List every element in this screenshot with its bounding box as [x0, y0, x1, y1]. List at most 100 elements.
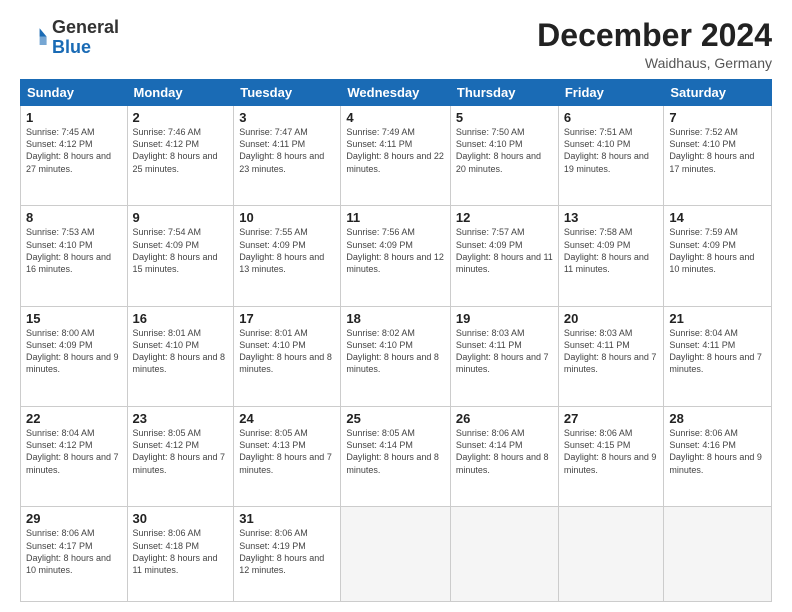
calendar-cell	[664, 507, 772, 602]
day-info: Sunrise: 8:01 AMSunset: 4:10 PMDaylight:…	[239, 327, 335, 376]
day-number: 15	[26, 311, 122, 326]
day-number: 19	[456, 311, 553, 326]
day-number: 3	[239, 110, 335, 125]
calendar-cell: 5Sunrise: 7:50 AMSunset: 4:10 PMDaylight…	[450, 106, 558, 206]
calendar-cell: 13Sunrise: 7:58 AMSunset: 4:09 PMDayligh…	[558, 206, 664, 306]
day-number: 14	[669, 210, 766, 225]
day-info: Sunrise: 8:05 AMSunset: 4:14 PMDaylight:…	[346, 427, 445, 476]
day-info: Sunrise: 7:55 AMSunset: 4:09 PMDaylight:…	[239, 226, 335, 275]
day-info: Sunrise: 7:46 AMSunset: 4:12 PMDaylight:…	[133, 126, 229, 175]
day-info: Sunrise: 7:54 AMSunset: 4:09 PMDaylight:…	[133, 226, 229, 275]
day-number: 24	[239, 411, 335, 426]
calendar-cell: 16Sunrise: 8:01 AMSunset: 4:10 PMDayligh…	[127, 306, 234, 406]
calendar-cell: 31Sunrise: 8:06 AMSunset: 4:19 PMDayligh…	[234, 507, 341, 602]
day-number: 16	[133, 311, 229, 326]
day-info: Sunrise: 8:06 AMSunset: 4:16 PMDaylight:…	[669, 427, 766, 476]
day-info: Sunrise: 8:02 AMSunset: 4:10 PMDaylight:…	[346, 327, 445, 376]
day-of-week-saturday: Saturday	[664, 80, 772, 106]
day-info: Sunrise: 8:05 AMSunset: 4:13 PMDaylight:…	[239, 427, 335, 476]
day-number: 25	[346, 411, 445, 426]
calendar-cell: 28Sunrise: 8:06 AMSunset: 4:16 PMDayligh…	[664, 407, 772, 507]
calendar-cell: 19Sunrise: 8:03 AMSunset: 4:11 PMDayligh…	[450, 306, 558, 406]
day-info: Sunrise: 8:04 AMSunset: 4:12 PMDaylight:…	[26, 427, 122, 476]
day-number: 17	[239, 311, 335, 326]
calendar-week-row: 15Sunrise: 8:00 AMSunset: 4:09 PMDayligh…	[21, 306, 772, 406]
day-info: Sunrise: 8:05 AMSunset: 4:12 PMDaylight:…	[133, 427, 229, 476]
day-info: Sunrise: 7:52 AMSunset: 4:10 PMDaylight:…	[669, 126, 766, 175]
month-title: December 2024	[537, 18, 772, 53]
day-number: 23	[133, 411, 229, 426]
day-number: 26	[456, 411, 553, 426]
calendar-cell: 15Sunrise: 8:00 AMSunset: 4:09 PMDayligh…	[21, 306, 128, 406]
day-of-week-sunday: Sunday	[21, 80, 128, 106]
calendar-week-row: 22Sunrise: 8:04 AMSunset: 4:12 PMDayligh…	[21, 407, 772, 507]
logo-text: GeneralBlue	[52, 18, 119, 58]
day-info: Sunrise: 8:06 AMSunset: 4:15 PMDaylight:…	[564, 427, 659, 476]
day-of-week-thursday: Thursday	[450, 80, 558, 106]
day-of-week-wednesday: Wednesday	[341, 80, 451, 106]
day-info: Sunrise: 8:03 AMSunset: 4:11 PMDaylight:…	[564, 327, 659, 376]
day-number: 7	[669, 110, 766, 125]
logo: GeneralBlue	[20, 18, 119, 58]
logo-blue-text: Blue	[52, 37, 91, 57]
day-number: 28	[669, 411, 766, 426]
calendar-cell: 26Sunrise: 8:06 AMSunset: 4:14 PMDayligh…	[450, 407, 558, 507]
calendar-week-row: 1Sunrise: 7:45 AMSunset: 4:12 PMDaylight…	[21, 106, 772, 206]
calendar-cell: 12Sunrise: 7:57 AMSunset: 4:09 PMDayligh…	[450, 206, 558, 306]
day-number: 30	[133, 511, 229, 526]
day-info: Sunrise: 7:53 AMSunset: 4:10 PMDaylight:…	[26, 226, 122, 275]
day-number: 6	[564, 110, 659, 125]
calendar-cell: 14Sunrise: 7:59 AMSunset: 4:09 PMDayligh…	[664, 206, 772, 306]
day-number: 13	[564, 210, 659, 225]
calendar-cell	[450, 507, 558, 602]
day-info: Sunrise: 7:57 AMSunset: 4:09 PMDaylight:…	[456, 226, 553, 275]
day-number: 10	[239, 210, 335, 225]
calendar-cell: 29Sunrise: 8:06 AMSunset: 4:17 PMDayligh…	[21, 507, 128, 602]
day-number: 5	[456, 110, 553, 125]
calendar-cell: 11Sunrise: 7:56 AMSunset: 4:09 PMDayligh…	[341, 206, 451, 306]
day-number: 27	[564, 411, 659, 426]
calendar-cell: 20Sunrise: 8:03 AMSunset: 4:11 PMDayligh…	[558, 306, 664, 406]
calendar-cell: 21Sunrise: 8:04 AMSunset: 4:11 PMDayligh…	[664, 306, 772, 406]
calendar-cell: 22Sunrise: 8:04 AMSunset: 4:12 PMDayligh…	[21, 407, 128, 507]
calendar-week-row: 8Sunrise: 7:53 AMSunset: 4:10 PMDaylight…	[21, 206, 772, 306]
day-info: Sunrise: 7:49 AMSunset: 4:11 PMDaylight:…	[346, 126, 445, 175]
day-info: Sunrise: 7:59 AMSunset: 4:09 PMDaylight:…	[669, 226, 766, 275]
calendar-cell	[558, 507, 664, 602]
day-info: Sunrise: 8:06 AMSunset: 4:17 PMDaylight:…	[26, 527, 122, 576]
location: Waidhaus, Germany	[537, 55, 772, 71]
day-of-week-monday: Monday	[127, 80, 234, 106]
day-info: Sunrise: 7:56 AMSunset: 4:09 PMDaylight:…	[346, 226, 445, 275]
day-number: 2	[133, 110, 229, 125]
calendar-cell: 27Sunrise: 8:06 AMSunset: 4:15 PMDayligh…	[558, 407, 664, 507]
day-number: 1	[26, 110, 122, 125]
day-number: 21	[669, 311, 766, 326]
calendar-cell: 2Sunrise: 7:46 AMSunset: 4:12 PMDaylight…	[127, 106, 234, 206]
calendar-cell: 4Sunrise: 7:49 AMSunset: 4:11 PMDaylight…	[341, 106, 451, 206]
calendar-header-row: SundayMondayTuesdayWednesdayThursdayFrid…	[21, 80, 772, 106]
day-info: Sunrise: 8:00 AMSunset: 4:09 PMDaylight:…	[26, 327, 122, 376]
header: GeneralBlue December 2024 Waidhaus, Germ…	[20, 18, 772, 71]
calendar-cell: 23Sunrise: 8:05 AMSunset: 4:12 PMDayligh…	[127, 407, 234, 507]
calendar-cell: 8Sunrise: 7:53 AMSunset: 4:10 PMDaylight…	[21, 206, 128, 306]
calendar-table: SundayMondayTuesdayWednesdayThursdayFrid…	[20, 79, 772, 602]
day-number: 31	[239, 511, 335, 526]
page: GeneralBlue December 2024 Waidhaus, Germ…	[0, 0, 792, 612]
calendar-week-row: 29Sunrise: 8:06 AMSunset: 4:17 PMDayligh…	[21, 507, 772, 602]
day-of-week-tuesday: Tuesday	[234, 80, 341, 106]
day-number: 29	[26, 511, 122, 526]
day-number: 8	[26, 210, 122, 225]
day-info: Sunrise: 8:06 AMSunset: 4:14 PMDaylight:…	[456, 427, 553, 476]
calendar-cell: 18Sunrise: 8:02 AMSunset: 4:10 PMDayligh…	[341, 306, 451, 406]
day-number: 20	[564, 311, 659, 326]
calendar-cell: 24Sunrise: 8:05 AMSunset: 4:13 PMDayligh…	[234, 407, 341, 507]
title-block: December 2024 Waidhaus, Germany	[537, 18, 772, 71]
calendar-cell: 10Sunrise: 7:55 AMSunset: 4:09 PMDayligh…	[234, 206, 341, 306]
day-number: 18	[346, 311, 445, 326]
day-number: 11	[346, 210, 445, 225]
day-of-week-friday: Friday	[558, 80, 664, 106]
day-number: 4	[346, 110, 445, 125]
calendar-cell: 1Sunrise: 7:45 AMSunset: 4:12 PMDaylight…	[21, 106, 128, 206]
day-info: Sunrise: 7:45 AMSunset: 4:12 PMDaylight:…	[26, 126, 122, 175]
calendar-cell: 6Sunrise: 7:51 AMSunset: 4:10 PMDaylight…	[558, 106, 664, 206]
